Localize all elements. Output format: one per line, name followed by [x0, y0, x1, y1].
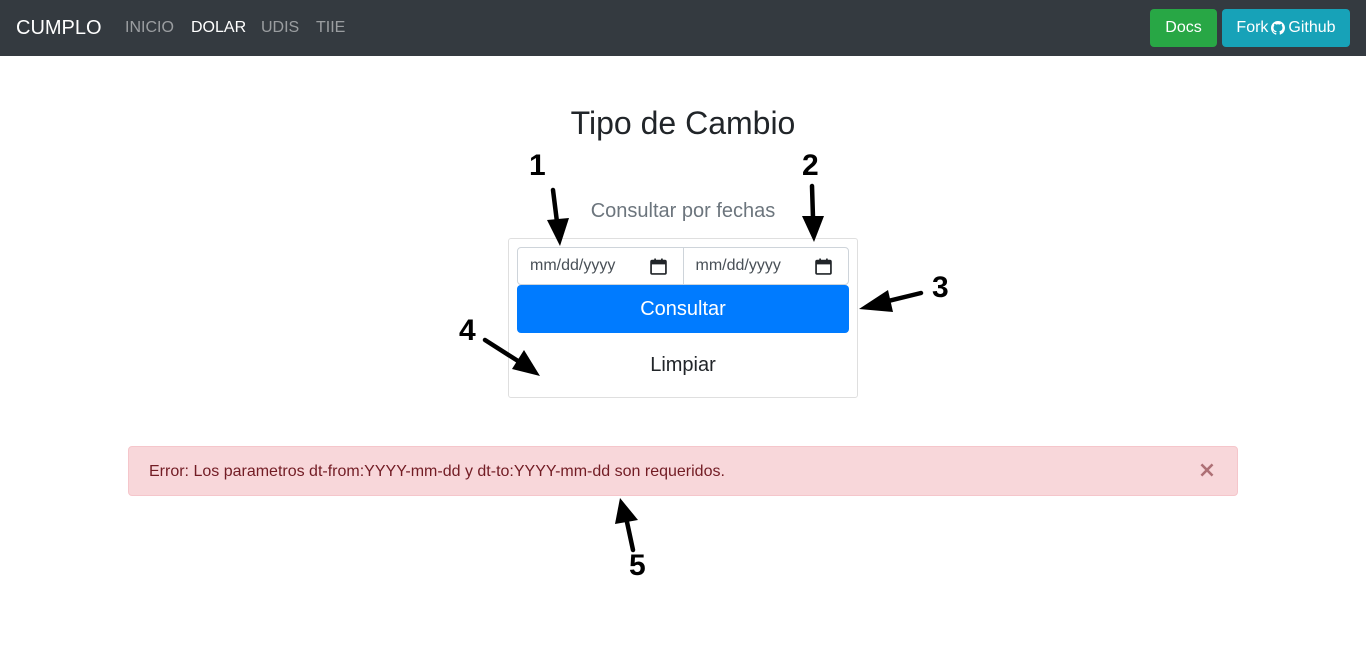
page-subtitle: Consultar por fechas — [590, 200, 776, 222]
date-from-placeholder: mm/dd/yyyy — [530, 257, 616, 274]
nav-link-tiie[interactable]: TIIE — [316, 18, 345, 38]
date-to-input[interactable]: mm/dd/yyyy — [682, 248, 849, 284]
fork-label: Fork — [1236, 19, 1269, 36]
nav-link-udis[interactable]: UDIS — [261, 18, 299, 38]
annotation-5: 5 — [629, 549, 646, 582]
arrow-3 — [859, 290, 924, 312]
navbar: CUMPLO INICIO DOLAR UDIS TIIE Docs Fork … — [0, 0, 1366, 56]
arrow-5 — [615, 498, 638, 553]
docs-button[interactable]: Docs — [1150, 9, 1217, 47]
annotation-2: 2 — [802, 149, 819, 182]
fork-github-button[interactable]: Fork Github — [1222, 9, 1350, 47]
annotation-3: 3 — [932, 271, 949, 304]
error-alert: Error: Los parametros dt-from:YYYY-mm-dd… — [128, 446, 1238, 496]
date-range-group: mm/dd/yyyy mm/dd/yyyy — [517, 247, 849, 285]
date-from-input[interactable]: mm/dd/yyyy — [518, 248, 683, 284]
page-title: Tipo de Cambio — [570, 105, 796, 141]
nav-link-dolar[interactable]: DOLAR — [191, 18, 246, 38]
consultar-button[interactable]: Consultar — [517, 285, 849, 333]
calendar-icon[interactable] — [649, 258, 667, 275]
limpiar-button[interactable]: Limpiar — [517, 341, 849, 389]
date-to-placeholder: mm/dd/yyyy — [695, 257, 781, 274]
github-icon — [1271, 21, 1286, 35]
error-message: Error: Los parametros dt-from:YYYY-mm-dd… — [149, 463, 725, 480]
close-icon[interactable]: × — [1195, 459, 1219, 483]
nav-link-inicio[interactable]: INICIO — [125, 18, 174, 38]
github-label: Github — [1288, 19, 1336, 36]
calendar-icon[interactable] — [815, 258, 832, 275]
brand-link[interactable]: CUMPLO — [16, 16, 102, 40]
date-query-form: mm/dd/yyyy mm/dd/yyyy Consultar Limpiar — [508, 238, 858, 398]
annotation-1: 1 — [529, 149, 546, 182]
annotation-4: 4 — [459, 314, 476, 347]
